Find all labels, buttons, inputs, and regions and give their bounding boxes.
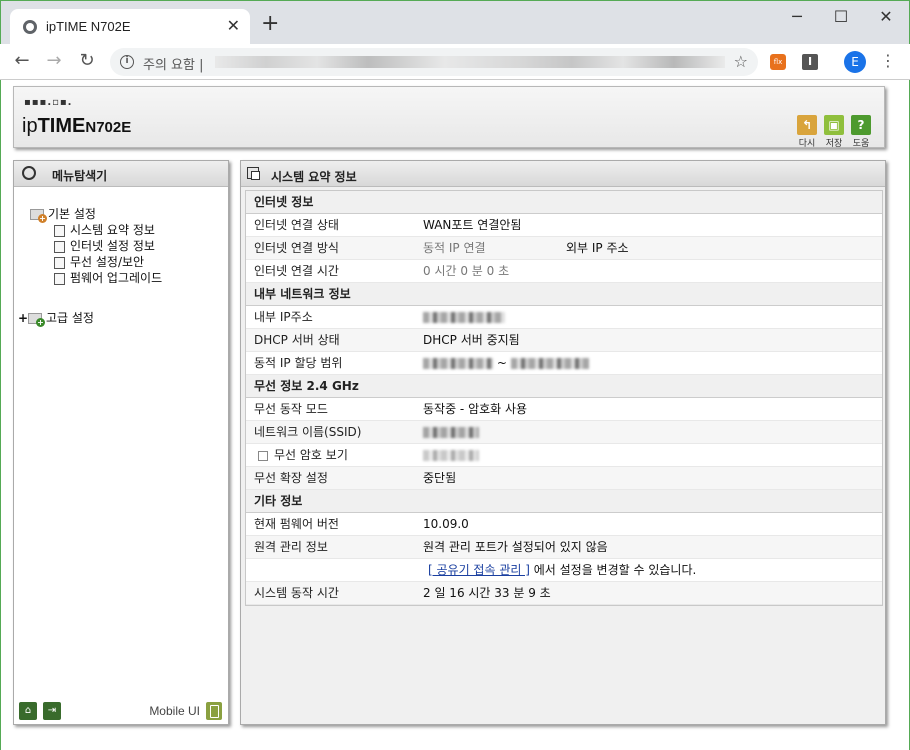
- table-row: 현재 펌웨어 버전 10.09.0: [246, 513, 882, 536]
- tree-item-wireless[interactable]: 무선 설정/보안: [30, 253, 162, 269]
- section-wireless: 무선 정보 2.4 GHz: [246, 375, 882, 398]
- table-row: 네트워크 이름(SSID): [246, 421, 882, 444]
- browser-toolbar: ← → ↻ i 주의 요함 | ☆ flx I E ⋮: [0, 44, 910, 80]
- page-title: 시스템 요약 정보: [271, 170, 357, 184]
- logout-icon[interactable]: ⇥: [43, 702, 61, 720]
- expand-icon[interactable]: +: [18, 311, 28, 325]
- menu-tree: + 기본 설정 시스템 요약 정보 인터넷 설정 정보 무선 설정/보안 펌웨어 …: [18, 205, 162, 327]
- monitor-icon: [54, 240, 65, 253]
- folder-icon: +: [28, 313, 45, 327]
- summary-table: 인터넷 정보 인터넷 연결 상태 WAN포트 연결안됨 인터넷 연결 방식 동적…: [245, 190, 883, 606]
- profile-avatar[interactable]: E: [844, 51, 866, 73]
- extension-flx-icon[interactable]: flx: [770, 54, 786, 70]
- menu-explorer-panel: 메뉴탐색기 + 기본 설정 시스템 요약 정보 인터넷 설정 정보 무선 설정/보…: [13, 160, 229, 725]
- reload-icon[interactable]: ↻: [75, 50, 99, 71]
- browser-tab[interactable]: ipTIME N702E ✕: [10, 9, 250, 45]
- tree-advanced-settings[interactable]: + + 고급 설정: [18, 309, 162, 327]
- redacted-ip: [510, 358, 589, 369]
- undo-button[interactable]: ↰ 다시: [796, 115, 818, 149]
- redacted-password: [423, 450, 479, 461]
- save-icon: ▣: [824, 115, 844, 135]
- address-bar[interactable]: i 주의 요함 | ☆: [110, 48, 758, 76]
- content-header: 시스템 요약 정보: [241, 161, 885, 187]
- router-access-link[interactable]: [ 공유기 접속 관리 ]: [428, 563, 530, 577]
- mobile-ui-link[interactable]: Mobile UI: [149, 704, 200, 718]
- table-row: [ 공유기 접속 관리 ] 에서 설정을 변경할 수 있습니다.: [246, 559, 882, 582]
- table-row: 인터넷 연결 상태 WAN포트 연결안됨: [246, 214, 882, 237]
- minimize-button[interactable]: ─: [782, 7, 812, 26]
- tree-item-system-summary[interactable]: 시스템 요약 정보: [30, 221, 162, 237]
- chrome-menu-icon[interactable]: ⋮: [880, 51, 896, 70]
- mobile-phone-icon[interactable]: [206, 702, 222, 720]
- iptime-header: ▪▪▪.▫▪. ipTIMEN702E ↰ 다시 ▣ 저장 ? 도움: [13, 86, 885, 149]
- table-row: DHCP 서버 상태 DHCP 서버 중지됨: [246, 329, 882, 352]
- table-row: 인터넷 연결 방식 동적 IP 연결 외부 IP 주소: [246, 237, 882, 260]
- summary-icon: [247, 167, 260, 180]
- table-row: 무선 동작 모드 동작중 - 암호화 사용: [246, 398, 882, 421]
- forward-icon[interactable]: →: [42, 50, 66, 71]
- table-row: 인터넷 연결 시간 0 시간 0 분 0 초: [246, 260, 882, 283]
- chart-icon: [54, 224, 65, 237]
- table-row: 무선 확장 설정 중단됨: [246, 467, 882, 490]
- redacted-ssid: [423, 427, 479, 438]
- security-label: 주의 요함 |: [143, 58, 204, 73]
- magnifier-icon: [22, 166, 36, 180]
- folder-icon: +: [30, 209, 47, 223]
- bookmark-star-icon[interactable]: ☆: [734, 52, 748, 71]
- section-lan: 내부 네트워크 정보: [246, 283, 882, 306]
- extension-i-icon[interactable]: I: [802, 54, 818, 70]
- window-close-button[interactable]: ✕: [871, 7, 901, 26]
- table-row: 동적 IP 할당 범위 ~: [246, 352, 882, 375]
- table-row: 원격 관리 정보 원격 관리 포트가 설정되어 있지 않음: [246, 536, 882, 559]
- info-icon[interactable]: i: [120, 55, 134, 69]
- menu-explorer-header: 메뉴탐색기: [14, 161, 228, 187]
- url-redacted: [215, 56, 725, 68]
- menu-explorer-title: 메뉴탐색기: [52, 169, 108, 183]
- section-etc: 기타 정보: [246, 490, 882, 513]
- home-icon[interactable]: ⌂: [19, 702, 37, 720]
- iptime-logo: ipTIMEN702E: [22, 115, 132, 137]
- logo-dots: ▪▪▪.▫▪.: [24, 97, 73, 108]
- tab-close-icon[interactable]: ✕: [227, 16, 240, 35]
- redacted-ip: [423, 312, 505, 323]
- new-tab-button[interactable]: +: [261, 13, 279, 35]
- help-icon: ?: [851, 115, 871, 135]
- content-panel: 시스템 요약 정보 인터넷 정보 인터넷 연결 상태 WAN포트 연결안됨 인터…: [240, 160, 886, 725]
- tab-title: ipTIME N702E: [46, 19, 131, 34]
- save-button[interactable]: ▣ 저장: [823, 115, 845, 149]
- table-row: 내부 IP주소: [246, 306, 882, 329]
- menu-footer: ⌂ ⇥ Mobile UI: [14, 698, 228, 724]
- browser-tabstrip: ipTIME N702E ✕ + ─ ☐ ✕: [0, 0, 910, 45]
- tree-item-firmware[interactable]: 펌웨어 업그레이드: [30, 269, 162, 285]
- undo-icon: ↰: [797, 115, 817, 135]
- redacted-ip: [423, 358, 493, 369]
- help-button[interactable]: ? 도움: [850, 115, 872, 149]
- section-internet: 인터넷 정보: [246, 191, 882, 214]
- wireless-icon: [54, 256, 65, 269]
- table-row: 무선 암호 보기: [246, 444, 882, 467]
- table-row: 시스템 동작 시간 2 일 16 시간 33 분 9 초: [246, 582, 882, 605]
- tree-item-internet-settings[interactable]: 인터넷 설정 정보: [30, 237, 162, 253]
- show-password-checkbox[interactable]: [258, 450, 268, 461]
- tree-basic-settings[interactable]: + 기본 설정: [30, 205, 162, 223]
- back-icon[interactable]: ←: [10, 50, 34, 71]
- globe-icon: [23, 20, 37, 34]
- maximize-button[interactable]: ☐: [826, 7, 856, 26]
- upgrade-icon: [54, 272, 65, 285]
